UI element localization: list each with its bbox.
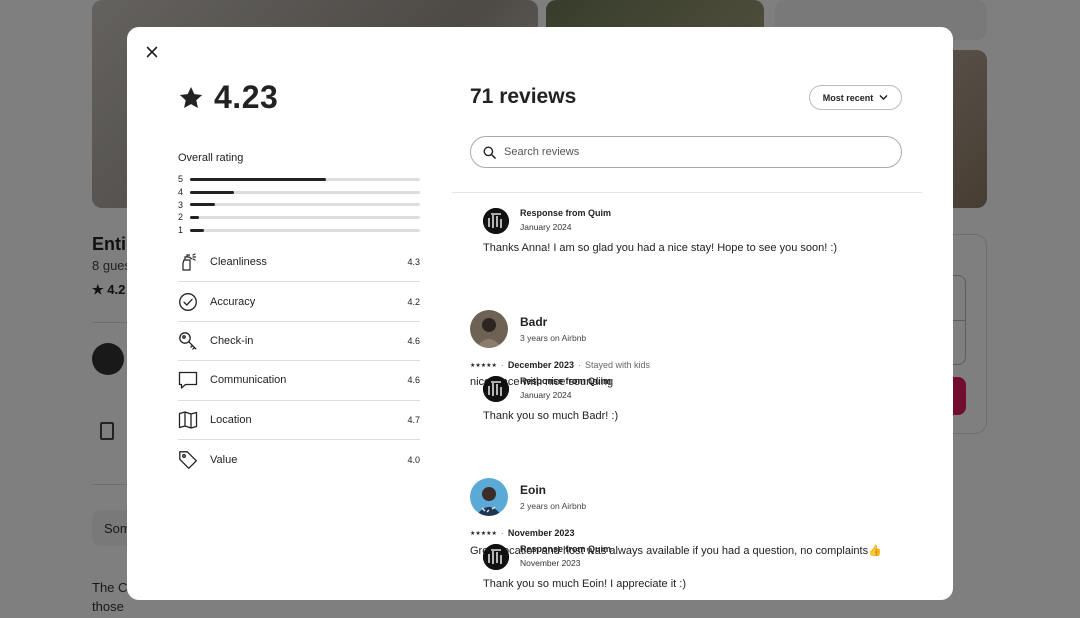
distribution-fill bbox=[190, 215, 200, 219]
review-meta: ★★★★★ · November 2023 bbox=[470, 528, 574, 538]
distribution-bar bbox=[190, 190, 420, 194]
reviews-panel: 71 reviews Most recent Response from Qui… bbox=[452, 27, 922, 600]
distribution-stars: 1 bbox=[178, 225, 184, 236]
overall-rating-value: 4.23 bbox=[214, 79, 279, 115]
category-row-cleanliness: Cleanliness 4.3 bbox=[178, 243, 420, 283]
separator: · bbox=[500, 528, 504, 538]
response-date: January 2024 bbox=[520, 222, 572, 232]
check-circle-icon bbox=[178, 292, 210, 312]
category-label: Location bbox=[210, 413, 252, 426]
review-date: November 2023 bbox=[507, 528, 575, 538]
response-from: Response from Quim bbox=[520, 544, 612, 554]
response-from: Response from Quim bbox=[520, 208, 612, 218]
category-row-communication: Communication 4.6 bbox=[178, 361, 420, 401]
category-score: 4.2 bbox=[407, 296, 420, 307]
separator: · bbox=[577, 360, 581, 370]
review-date: December 2023 bbox=[507, 360, 574, 370]
category-score: 4.7 bbox=[407, 414, 420, 425]
response-date: January 2024 bbox=[520, 390, 572, 400]
reviewer-avatar bbox=[470, 478, 508, 516]
category-ratings: Cleanliness 4.3 Accuracy 4.2 Check-in 4.… bbox=[178, 243, 420, 479]
distribution-row: 4 bbox=[178, 186, 420, 199]
distribution-fill bbox=[190, 203, 216, 207]
category-score: 4.6 bbox=[407, 335, 420, 346]
category-score: 4.3 bbox=[407, 257, 420, 268]
reviews-modal: 4.23 Overall rating 5 4 3 2 1 Cleanlines… bbox=[127, 27, 953, 600]
reviewer-tenure: 3 years on Airbnb bbox=[520, 333, 587, 343]
review-stars: ★★★★★ bbox=[470, 530, 497, 537]
spray-bottle-icon bbox=[178, 252, 210, 272]
reviewer-avatar bbox=[470, 310, 508, 348]
distribution-row: 5 bbox=[178, 173, 420, 186]
category-label: Check-in bbox=[210, 334, 254, 347]
tag-icon bbox=[178, 450, 210, 470]
close-button[interactable] bbox=[141, 41, 163, 63]
key-icon bbox=[178, 331, 210, 351]
distribution-fill bbox=[190, 228, 204, 232]
review-count: 71 reviews bbox=[470, 85, 577, 108]
host-avatar bbox=[483, 208, 509, 234]
category-label: Accuracy bbox=[210, 295, 256, 308]
map-icon bbox=[178, 410, 210, 430]
search-input[interactable] bbox=[504, 146, 884, 158]
category-row-check-in: Check-in 4.6 bbox=[178, 322, 420, 362]
sort-label: Most recent bbox=[822, 92, 874, 103]
rating-distribution: 5 4 3 2 1 bbox=[178, 173, 420, 236]
distribution-bar bbox=[190, 203, 420, 207]
reviewer-name: Eoin bbox=[520, 483, 546, 497]
search-reviews[interactable] bbox=[470, 136, 902, 168]
sort-dropdown[interactable]: Most recent bbox=[809, 85, 902, 110]
host-avatar bbox=[483, 544, 509, 570]
close-icon bbox=[146, 46, 158, 58]
distribution-stars: 2 bbox=[178, 212, 184, 223]
overall-rating-label: Overall rating bbox=[178, 152, 244, 164]
distribution-fill bbox=[190, 190, 234, 194]
category-label: Value bbox=[210, 453, 238, 466]
response-text: Thanks Anna! I am so glad you had a nice… bbox=[483, 242, 838, 254]
review-stay-type: Stayed with kids bbox=[584, 360, 650, 370]
review-stars: ★★★★★ bbox=[470, 362, 497, 369]
host-avatar bbox=[483, 376, 509, 402]
category-label: Communication bbox=[210, 374, 287, 387]
chevron-down-icon bbox=[879, 95, 888, 100]
star-icon bbox=[179, 86, 203, 108]
review-meta: ★★★★★ · December 2023 · Stayed with kids bbox=[470, 360, 650, 370]
distribution-stars: 3 bbox=[178, 199, 184, 210]
distribution-fill bbox=[190, 177, 326, 181]
distribution-row: 3 bbox=[178, 198, 420, 211]
response-from: Response from Quim bbox=[520, 376, 612, 386]
separator: · bbox=[500, 360, 504, 370]
response-text: Thank you so much Eoin! I appreciate it … bbox=[483, 578, 686, 590]
search-icon bbox=[483, 146, 496, 159]
distribution-row: 1 bbox=[178, 224, 420, 237]
category-score: 4.0 bbox=[407, 454, 420, 465]
category-row-value: Value 4.0 bbox=[178, 440, 420, 479]
reviewer-name: Badr bbox=[520, 315, 548, 329]
distribution-bar bbox=[190, 177, 420, 181]
overall-rating: 4.23 bbox=[178, 79, 278, 116]
reviews-list[interactable]: Response from Quim January 2024 Thanks A… bbox=[452, 193, 922, 600]
distribution-stars: 5 bbox=[178, 174, 184, 185]
category-row-location: Location 4.7 bbox=[178, 401, 420, 440]
distribution-row: 2 bbox=[178, 211, 420, 224]
response-text: Thank you so much Badr! :) bbox=[483, 410, 619, 422]
category-label: Cleanliness bbox=[210, 256, 267, 269]
category-row-accuracy: Accuracy 4.2 bbox=[178, 282, 420, 322]
category-score: 4.6 bbox=[407, 375, 420, 386]
distribution-stars: 4 bbox=[178, 187, 184, 198]
response-date: November 2023 bbox=[520, 558, 581, 568]
distribution-bar bbox=[190, 215, 420, 219]
chat-bubble-icon bbox=[178, 370, 210, 390]
reviewer-tenure: 2 years on Airbnb bbox=[520, 501, 587, 511]
distribution-bar bbox=[190, 228, 420, 232]
